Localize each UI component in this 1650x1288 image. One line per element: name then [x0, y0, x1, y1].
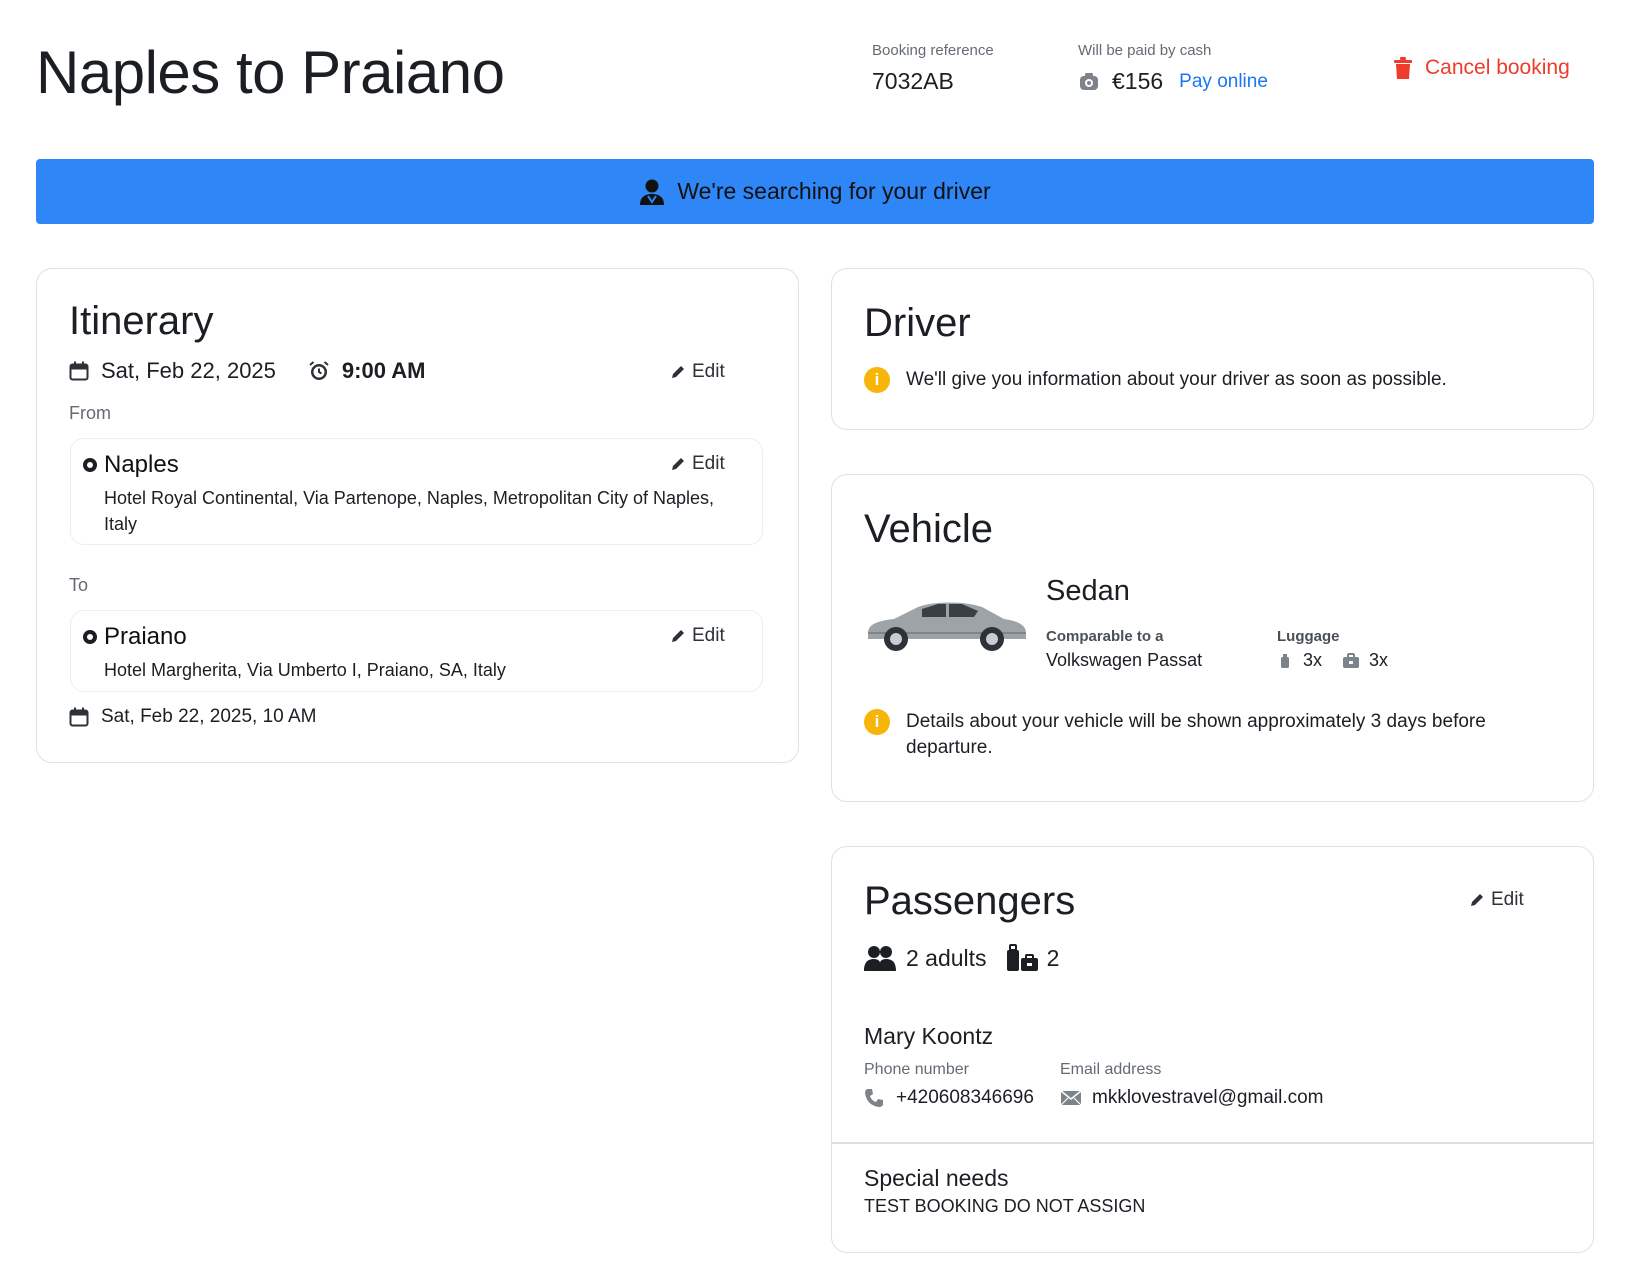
driver-card: Driver i We'll give you information abou… — [831, 268, 1594, 430]
comparable-model: Volkswagen Passat — [1046, 650, 1203, 670]
vehicle-title: Vehicle — [864, 507, 993, 551]
edit-destination-button[interactable]: Edit — [670, 625, 725, 647]
itinerary-card: Itinerary Sat, Feb 22, 2025 9:00 AM Edit… — [36, 268, 799, 763]
info-icon: i — [864, 367, 890, 393]
luggage-label: Luggage — [1277, 628, 1340, 645]
booking-reference: Booking reference 7032AB — [872, 42, 994, 95]
driver-info-text: We'll give you information about your dr… — [906, 369, 1447, 390]
pin-dot-icon — [83, 458, 97, 472]
calendar-icon — [69, 707, 89, 727]
payment-method-label: Will be paid by cash — [1078, 42, 1212, 59]
envelope-icon — [1060, 1090, 1082, 1106]
itinerary-title: Itinerary — [69, 299, 214, 343]
origin-address: Hotel Royal Continental, Via Partenope, … — [104, 488, 714, 534]
booking-reference-value: 7032AB — [872, 68, 954, 94]
alarm-clock-icon — [309, 361, 329, 380]
sedan-car-image — [864, 595, 1028, 658]
destination-location: Praiano Edit Hotel Margherita, Via Umber… — [70, 610, 763, 692]
passenger-name: Mary Koontz — [864, 1023, 994, 1049]
small-bag-icon — [1281, 653, 1289, 668]
pencil-icon — [672, 366, 684, 378]
to-label: To — [69, 575, 89, 595]
phone-label: Phone number — [864, 1061, 969, 1078]
destination-address: Hotel Margherita, Via Umberto I, Praiano… — [104, 660, 506, 680]
large-luggage-count: 3x — [1369, 650, 1389, 670]
adult-count: 2 adults — [906, 944, 987, 971]
cancel-booking-label: Cancel booking — [1425, 56, 1570, 79]
comparable-label: Comparable to a — [1046, 628, 1164, 645]
passengers-title: Passengers — [864, 879, 1076, 923]
suitcase-icon — [1343, 652, 1360, 668]
page-title: Naples to Praiano — [36, 39, 505, 106]
person-icon — [640, 179, 665, 205]
vehicle-type: Sedan — [1046, 575, 1130, 607]
passengers-card: Passengers Edit 2 adults 2 Mary Koontz P… — [831, 846, 1594, 1253]
pay-online-link[interactable]: Pay online — [1179, 71, 1268, 93]
two-people-icon — [864, 946, 896, 971]
trash-icon — [1394, 57, 1412, 79]
cancel-booking-button[interactable]: Cancel booking — [1393, 56, 1570, 80]
email-address: mkklovestravel@gmail.com — [1092, 1087, 1324, 1108]
driver-title: Driver — [864, 301, 971, 345]
booking-reference-label: Booking reference — [872, 42, 994, 59]
origin-location: Naples Edit Hotel Royal Continental, Via… — [70, 438, 763, 545]
email-label: Email address — [1060, 1061, 1162, 1078]
price: €156 — [1112, 68, 1164, 94]
phone-icon — [865, 1089, 883, 1107]
vehicle-info-text: Details about your vehicle will be shown… — [906, 711, 1486, 758]
luggage-icon — [1006, 944, 1038, 971]
driver-search-banner: We're searching for your driver — [36, 159, 1594, 224]
info-icon: i — [864, 709, 890, 735]
arrival-datetime: Sat, Feb 22, 2025, 10 AM — [101, 706, 317, 727]
pencil-icon — [672, 458, 684, 470]
small-luggage-count: 3x — [1303, 650, 1323, 670]
payment-info: Will be paid by cash €156 Pay online — [1078, 42, 1268, 95]
edit-datetime-button[interactable]: Edit — [670, 361, 725, 383]
vehicle-card: Vehicle Sedan Comparable to a Volkswagen… — [831, 474, 1594, 802]
origin-name: Naples — [83, 451, 179, 479]
calendar-icon — [69, 361, 89, 381]
from-label: From — [69, 403, 111, 423]
edit-origin-button[interactable]: Edit — [670, 453, 725, 475]
special-needs-label: Special needs — [864, 1165, 1009, 1191]
departure-date: Sat, Feb 22, 2025 — [101, 358, 276, 383]
departure-time: 9:00 AM — [341, 358, 426, 383]
special-needs-value: TEST BOOKING DO NOT ASSIGN — [864, 1196, 1146, 1216]
pencil-icon — [1471, 894, 1483, 906]
section-divider — [832, 1142, 1593, 1144]
destination-name: Praiano — [83, 623, 187, 651]
bag-count: 2 — [1046, 944, 1060, 971]
pin-dot-icon — [83, 630, 97, 644]
banner-text: We're searching for your driver — [677, 178, 991, 204]
edit-label: Edit — [692, 361, 725, 382]
phone-number: +420608346696 — [896, 1087, 1034, 1108]
edit-passengers-button[interactable]: Edit — [1469, 889, 1524, 911]
cash-icon — [1078, 71, 1100, 93]
pencil-icon — [672, 630, 684, 642]
